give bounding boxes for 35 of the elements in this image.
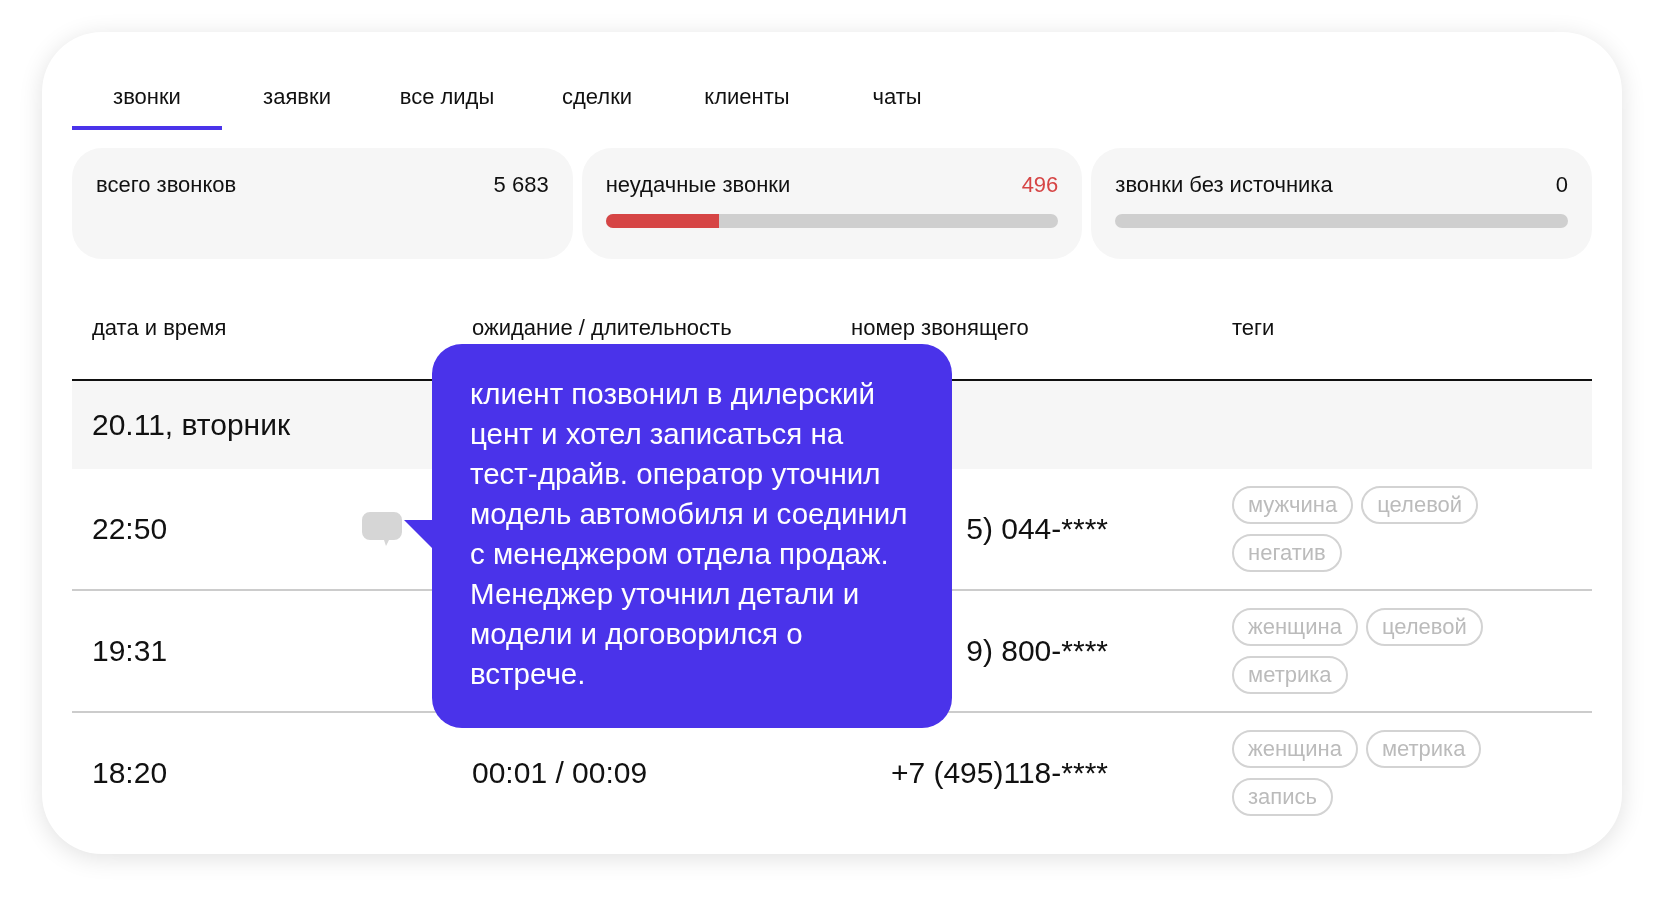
table-cell: 00:01 / 00:09: [472, 756, 648, 789]
tag: женщина: [1232, 730, 1358, 768]
stat-value: 5 683: [493, 172, 549, 198]
group-label: 20.11, вторник: [92, 408, 291, 442]
table-cell: 5) 044-****: [966, 512, 1108, 546]
tag: метрика: [1365, 730, 1482, 768]
tag: мужчина: [1232, 486, 1354, 524]
table-cell: 19:31: [92, 634, 168, 668]
table-cell: +7 (495)118-****: [890, 756, 1108, 790]
tooltip: клиент позвонил в дилерский цент и хотел записаться на тест-драйв. оператор уточнил модель автомобиля и соединил с менеджером отдела продаж. Менеджер уточнил детали и модели и договорился о встрече.: [432, 344, 952, 728]
column-header: дата и время: [91, 315, 228, 342]
table-cell: 9) 800-****: [966, 634, 1108, 668]
tag: целевой: [1365, 608, 1483, 646]
stat-value: 0: [1555, 172, 1568, 198]
tab[interactable]: клиенты: [672, 84, 822, 130]
comment-icon[interactable]: [362, 512, 402, 546]
tab[interactable]: сделки: [522, 84, 672, 130]
tab[interactable]: все лиды: [372, 84, 522, 130]
column-header: номер звонящего: [851, 315, 1030, 342]
tab[interactable]: звонки: [72, 84, 222, 130]
tag: женщина: [1232, 608, 1358, 646]
stat-label: неудачные звонки: [605, 172, 791, 198]
column-header: теги: [1232, 315, 1276, 342]
tag: целевой: [1361, 486, 1479, 524]
table-cell: 22:50: [92, 512, 168, 546]
stat-label: звонки без источника: [1115, 172, 1333, 198]
table-cell: 18:20: [92, 756, 168, 790]
stat-value: 496: [1021, 172, 1059, 198]
tag: запись: [1232, 778, 1333, 816]
tab[interactable]: заявки: [222, 84, 372, 130]
stat-label: всего звонков: [96, 172, 237, 198]
column-header: ожидание / длительность: [472, 315, 733, 342]
tab[interactable]: чаты: [822, 84, 972, 130]
tag: метрика: [1232, 656, 1348, 694]
tag: негатив: [1232, 534, 1342, 572]
